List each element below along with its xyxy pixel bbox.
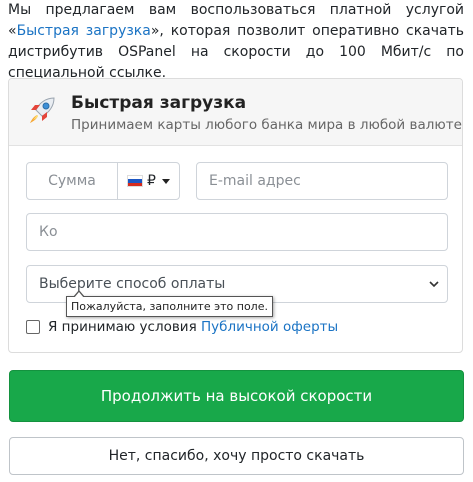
amount-input[interactable]: Сумма xyxy=(27,163,118,199)
russia-flag-icon xyxy=(127,175,144,187)
continue-fast-button[interactable]: Продолжить на высокой скорости xyxy=(9,370,464,422)
agree-terms: Я принимаю условия Публичной оферты xyxy=(26,319,338,335)
agree-text: Я принимаю условия xyxy=(48,319,201,335)
fast-download-card: Быстрая загрузка Принимаем карты любого … xyxy=(8,78,463,353)
email-input[interactable]: E-mail адрес xyxy=(196,162,448,200)
amount-group: Сумма ₽ xyxy=(26,162,180,200)
chevron-down-icon xyxy=(429,281,439,288)
card-subtitle: Принимаем карты любого банка мира в любо… xyxy=(71,117,462,133)
intro-text: Мы предлагаем вам воспользоваться платно… xyxy=(8,0,464,84)
validation-tooltip: Пожалуйста, заполните это поле. xyxy=(66,290,273,317)
agree-label: Я принимаю условия Публичной оферты xyxy=(48,319,338,335)
code-input[interactable]: Ко xyxy=(26,213,448,251)
card-title: Быстрая загрузка xyxy=(71,93,247,113)
card-header: Быстрая загрузка Принимаем карты любого … xyxy=(9,79,462,146)
payment-method-value: Выберите способ оплаты xyxy=(39,276,226,292)
currency-select[interactable]: ₽ xyxy=(118,163,179,199)
caret-down-icon xyxy=(161,178,170,184)
currency-symbol: ₽ xyxy=(147,173,156,189)
fast-download-link[interactable]: Быстрая загрузка xyxy=(17,23,151,39)
agree-checkbox[interactable] xyxy=(26,320,40,334)
just-download-button[interactable]: Нет, спасибо, хочу просто скачать xyxy=(9,437,464,475)
public-offer-link[interactable]: Публичной оферты xyxy=(201,319,338,335)
rocket-icon xyxy=(30,97,55,123)
